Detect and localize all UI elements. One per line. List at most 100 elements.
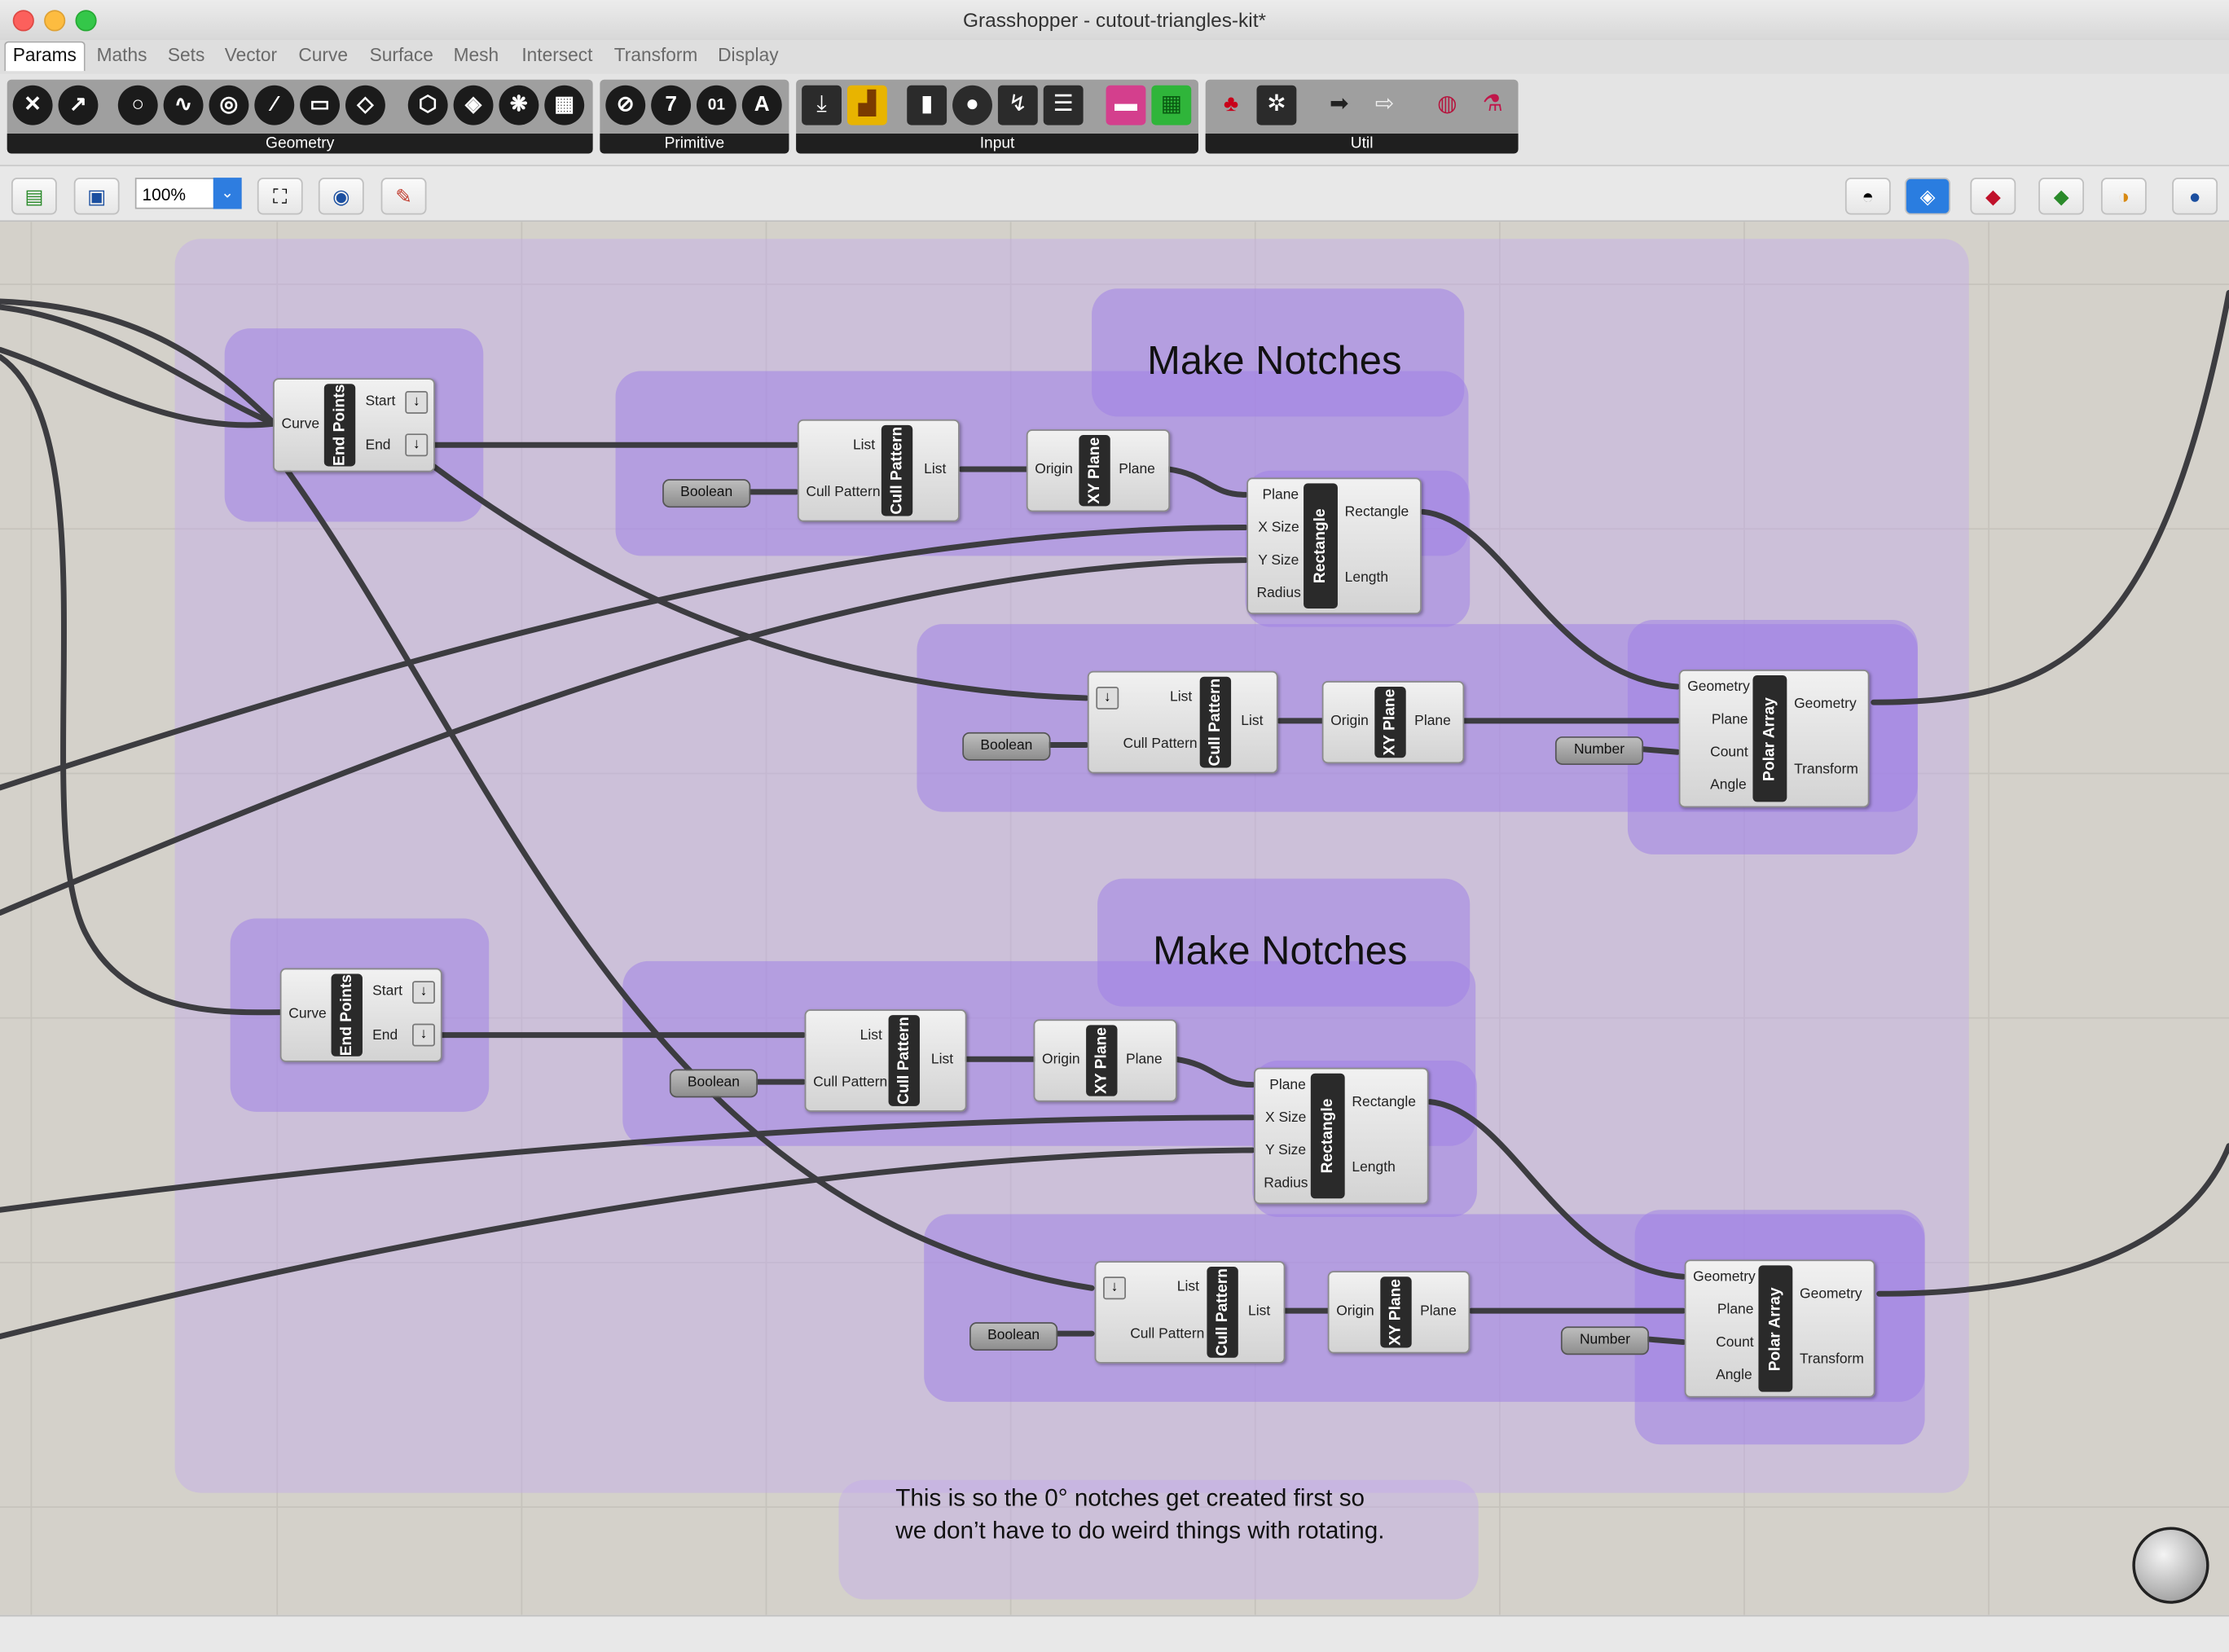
arrow-right-outline-icon[interactable]: ⇨ (1365, 86, 1405, 125)
preview-selected-icon[interactable]: ◆ (2038, 178, 2085, 215)
boolean-param[interactable]: Boolean (669, 1069, 758, 1098)
component-name: XY Plane (1086, 1025, 1118, 1096)
integer-icon[interactable]: 7 (651, 85, 692, 125)
cull-pattern-component[interactable]: ↓ List Cull Pattern Cull Pattern List (1087, 670, 1278, 774)
ellipse-icon[interactable]: ◎ (209, 85, 249, 125)
xy-plane-component[interactable]: Origin XY Plane Plane (1033, 1019, 1177, 1102)
line-icon[interactable]: ⁄ (254, 85, 295, 125)
slider-icon[interactable]: ↯ (997, 85, 1038, 125)
tab-params[interactable]: Params (4, 41, 86, 72)
cull-pattern-component[interactable]: List Cull Pattern Cull Pattern List (797, 419, 960, 522)
flask-icon[interactable]: ⚗ (1473, 86, 1513, 125)
angle-icon[interactable]: ⊘ (605, 85, 646, 125)
graft-icon[interactable]: ↓ (412, 1023, 435, 1047)
rectangle-component[interactable]: Plane X Size Y Size Radius Rectangle Rec… (1254, 1067, 1429, 1205)
value-list-icon[interactable]: ☰ (1043, 85, 1084, 125)
port-label-rectangle: Rectangle (1344, 504, 1409, 521)
sketch-icon[interactable]: ✎ (380, 178, 427, 215)
eye-icon[interactable]: ◉ (318, 178, 364, 215)
window-title: Grasshopper - cutout-triangles-kit* (962, 8, 1266, 32)
surface-icon[interactable]: ◈ (453, 85, 494, 125)
graft-icon[interactable]: ↓ (405, 433, 429, 457)
tab-display[interactable]: Display (718, 44, 778, 65)
circle-icon[interactable]: ○ (117, 85, 158, 125)
preview-shaded-icon[interactable]: ◆ (1970, 178, 2016, 215)
box-icon[interactable]: ⬡ (407, 85, 448, 125)
port-label-radius: Radius (1264, 1175, 1308, 1192)
component-name: Rectangle (1310, 1073, 1345, 1199)
tab-maths[interactable]: Maths (97, 44, 147, 65)
rectangle-component[interactable]: Plane X Size Y Size Radius Rectangle Rec… (1246, 477, 1422, 614)
flatten-icon[interactable]: ↓ (1103, 1276, 1126, 1300)
cherry-icon[interactable]: ♣ (1211, 86, 1251, 125)
tree-icon[interactable]: ✲ (1256, 85, 1297, 125)
rectangle-icon[interactable]: ▭ (300, 85, 341, 125)
curve-icon[interactable]: ∿ (163, 85, 204, 125)
tab-mesh[interactable]: Mesh (454, 44, 499, 65)
port-label-plane: Plane (1420, 1303, 1457, 1320)
polar-array-component[interactable]: Geometry Plane Count Angle Polar Array G… (1684, 1259, 1875, 1398)
preview-none-icon[interactable]: ◓ (1844, 178, 1891, 215)
port-label-cull-pattern: Cull Pattern (813, 1074, 888, 1091)
matrix-icon[interactable]: ▦ (1151, 85, 1192, 125)
arrow-icon[interactable]: ↗ (58, 85, 99, 125)
boolean-param[interactable]: Boolean (962, 732, 1051, 761)
arrow-right-filled-icon[interactable]: ➡ (1319, 86, 1359, 125)
mesh-icon[interactable]: ❋ (499, 85, 539, 125)
tab-transform[interactable]: Transform (614, 44, 698, 65)
polar-array-component[interactable]: Geometry Plane Count Angle Polar Array G… (1678, 670, 1870, 808)
toggle-icon[interactable]: ▮ (907, 85, 947, 125)
number-param[interactable]: Number (1560, 1326, 1650, 1355)
open-icon[interactable]: ▤ (11, 178, 57, 215)
document-preview-icon[interactable]: ● (2172, 178, 2218, 215)
fitness-icon[interactable]: ◍ (1427, 86, 1467, 125)
brep-icon[interactable]: ▦ (544, 85, 585, 125)
port-label-list-out: List (924, 462, 947, 478)
cull-pattern-component[interactable]: ↓ List Cull Pattern Cull Pattern List (1094, 1261, 1286, 1364)
gradient-icon[interactable]: ▬ (1106, 85, 1146, 125)
ribbon-group-label: Primitive (600, 134, 789, 154)
graph-canvas[interactable]: Make Notches Make Notches Curve End Poin… (0, 222, 2229, 1615)
number-param[interactable]: Number (1554, 736, 1644, 765)
tab-sets[interactable]: Sets (168, 44, 204, 65)
port-label-plane: Plane (1269, 1077, 1306, 1094)
ribbon-group-label: Util (1205, 134, 1519, 154)
save-icon[interactable]: ▣ (73, 178, 120, 215)
component-name: End Points (323, 384, 356, 467)
graft-icon[interactable]: ↓ (405, 390, 429, 414)
boolean-param[interactable]: Boolean (969, 1322, 1058, 1351)
port-label-end: End (365, 437, 391, 454)
port-label-origin: Origin (1330, 714, 1369, 730)
port-label-end: End (372, 1027, 398, 1044)
xy-plane-component[interactable]: Origin XY Plane Plane (1321, 680, 1465, 764)
port-label-list-out: List (1241, 714, 1264, 730)
diamond-icon[interactable]: ◇ (345, 85, 385, 125)
preview-mesh-icon[interactable]: ◑ (2100, 178, 2147, 215)
chevron-down-icon[interactable]: ⌄ (213, 178, 242, 209)
close-icon[interactable]: ✕ (12, 85, 53, 125)
button-icon[interactable]: ● (952, 85, 992, 125)
graft-icon[interactable]: ↓ (412, 981, 435, 1004)
boolean-icon[interactable]: 01 (697, 85, 736, 125)
flatten-icon[interactable]: ↓ (1096, 686, 1119, 710)
import-icon[interactable]: ⤓ (802, 85, 842, 125)
end-points-component[interactable]: Curve End Points Start End ↓ ↓ (273, 378, 435, 472)
xy-plane-component[interactable]: Origin XY Plane Plane (1026, 429, 1171, 512)
tab-intersect[interactable]: Intersect (521, 44, 592, 65)
zoom-extents-icon[interactable]: ⛶ (257, 178, 303, 215)
text-icon[interactable]: A (741, 85, 782, 125)
xy-plane-component[interactable]: Origin XY Plane Plane (1327, 1271, 1471, 1354)
tab-surface[interactable]: Surface (370, 44, 433, 65)
cull-pattern-component[interactable]: List Cull Pattern Cull Pattern List (804, 1009, 967, 1112)
preview-wire-icon[interactable]: ◈ (1905, 178, 1951, 215)
navigation-compass-icon[interactable] (2132, 1527, 2209, 1604)
tab-curve[interactable]: Curve (298, 44, 348, 65)
graph-mapper-icon[interactable]: ▟ (846, 85, 887, 125)
tab-vector[interactable]: Vector (225, 44, 277, 65)
boolean-param[interactable]: Boolean (662, 479, 751, 508)
port-label-origin: Origin (1035, 462, 1073, 478)
port-label-transform: Transform (1800, 1351, 1864, 1368)
end-points-component[interactable]: Curve End Points Start End ↓ ↓ (279, 968, 442, 1062)
component-tabs: Params Maths Sets Vector Curve Surface M… (0, 39, 2229, 74)
note-line: we don’t have to do weird things with ro… (895, 1517, 1385, 1544)
